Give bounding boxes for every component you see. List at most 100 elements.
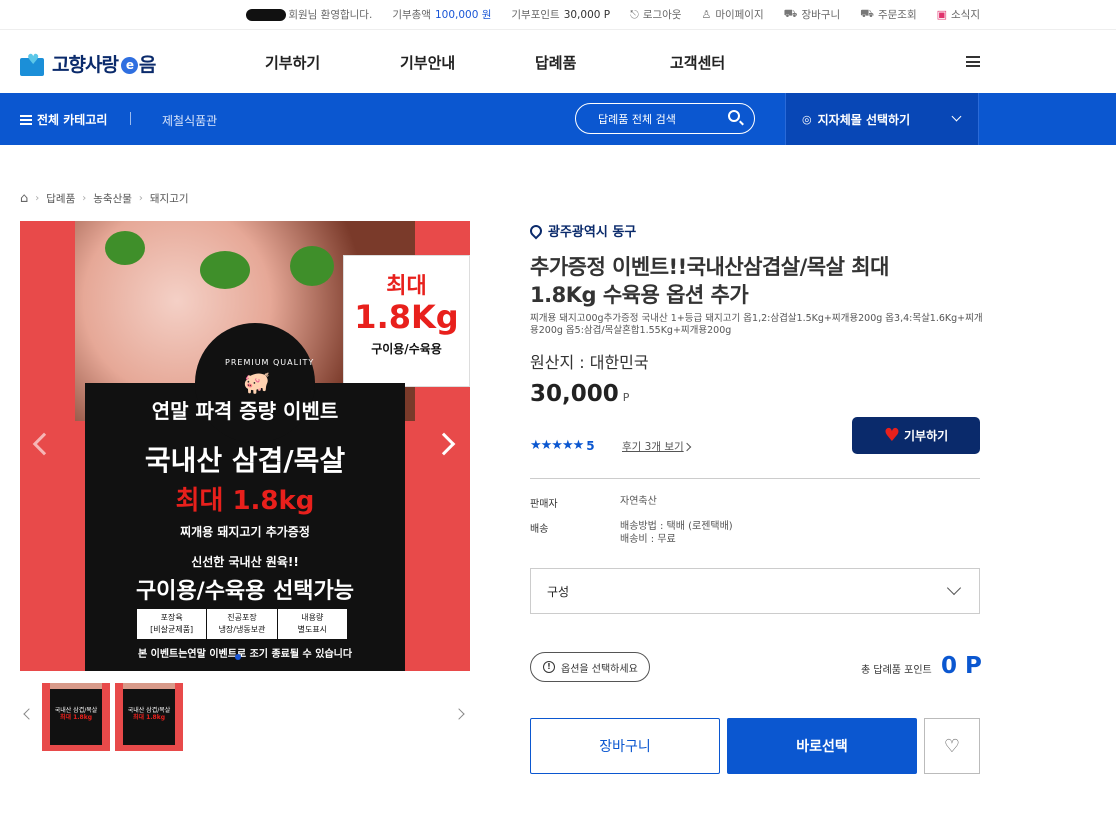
breadcrumb: ⌂ › 답례품 › 농축산물 › 돼지고기	[20, 191, 189, 206]
region-select[interactable]: ◎ 지자체몰 선택하기	[785, 93, 979, 145]
region-select-label: 지자체몰 선택하기	[817, 112, 911, 127]
main-header: ♥ 고향사랑 e 음 기부하기 기부안내 답례품 고객센터	[0, 30, 1116, 93]
location-pin-icon	[527, 222, 545, 239]
event-panel: PREMIUM QUALITY 🐖 연말 파격 증량 이벤트 국내산 삼겹/목살…	[85, 323, 405, 671]
product-title: 추가증정 이벤트!!국내산삼겹살/목살 최대 1.8Kg 수육용 옵션 추가	[530, 255, 889, 307]
donation-total-value: 100,000 원	[434, 9, 492, 21]
logout-icon: ⎋	[630, 7, 639, 21]
breadcrumb-item[interactable]: 농축산물	[93, 191, 132, 206]
all-category-button[interactable]: 전체 카테고리	[20, 111, 107, 128]
all-category-label: 전체 카테고리	[37, 113, 108, 127]
shipping-fee: 배송비 : 무료	[620, 534, 676, 545]
star-icon: ★★★★★	[530, 438, 584, 453]
logout-label: 로그아웃	[642, 9, 682, 21]
donation-point-value: 30,000 P	[563, 8, 611, 21]
total-points-label: 총 답례품 포인트	[861, 665, 932, 676]
review-link[interactable]: 후기 3개 보기	[622, 439, 684, 454]
thumb-next-icon[interactable]	[453, 708, 465, 720]
option-message: ! 옵션을 선택하세요	[530, 652, 650, 682]
welcome-text: 회원님 환영합니다.	[288, 9, 373, 21]
option-select[interactable]: 구성	[530, 568, 980, 614]
event-max-weight: 최대 1.8kg	[175, 486, 315, 516]
newsletter-icon: ▣	[936, 8, 948, 21]
event-bonus: 찌개용 돼지고기 추가증정	[180, 525, 310, 539]
site-logo[interactable]: ♥ 고향사랑 e 음	[20, 50, 156, 77]
thumbnail-text: 국내산 삼겹/목살 최대 1.8kg	[127, 707, 171, 721]
search-icon[interactable]	[728, 110, 740, 122]
nav-donation-guide[interactable]: 기부안내	[400, 52, 455, 73]
seller-value: 자연축산	[620, 496, 657, 507]
event-note: 본 이벤트는연말 이벤트로 조기 종료될 수 있습니다	[137, 649, 353, 660]
chevron-right-icon: ›	[82, 193, 87, 204]
nav-customer-center[interactable]: 고객센터	[670, 52, 725, 73]
add-to-cart-button[interactable]: 장바구니	[530, 718, 720, 774]
donate-button-label: 기부하기	[903, 429, 949, 443]
chevron-right-icon[interactable]	[682, 442, 692, 452]
logo-mark-icon: ♥	[20, 52, 46, 76]
redacted-username	[246, 8, 287, 21]
product-origin: 원산지 : 대한민국	[530, 353, 649, 372]
prev-image-icon[interactable]	[32, 432, 56, 456]
next-image-icon[interactable]	[432, 432, 456, 456]
welcome-message: 회원님 환영합니다.	[246, 7, 372, 22]
product-price: 30,000 P	[530, 381, 630, 407]
product-description: 찌개용 돼지고00g추가증정 국내산 1+등급 돼지고기 옵1,2:삼겹살1.5…	[530, 313, 983, 336]
nav-donate[interactable]: 기부하기	[265, 52, 320, 73]
wishlist-button[interactable]: ♡	[924, 718, 980, 774]
premium-label: PREMIUM QUALITY	[225, 358, 315, 367]
logout-link[interactable]: ⎋ 로그아웃	[630, 7, 681, 22]
donation-point-label: 기부포인트	[511, 9, 560, 21]
breadcrumb-item[interactable]: 답례품	[46, 191, 75, 206]
orders-link[interactable]: ⛟ 주문조회	[860, 7, 916, 22]
total-points-value: 0 P	[941, 653, 982, 679]
breadcrumb-item[interactable]: 돼지고기	[150, 191, 189, 206]
option-message-text: 옵션을 선택하세요	[561, 663, 638, 675]
category-bar: 전체 카테고리 제철식품관 답례품 전체 검색 ◎ 지자체몰 선택하기	[0, 93, 1116, 145]
divider	[530, 478, 980, 479]
region-location[interactable]: 광주광역시 동구	[527, 221, 637, 240]
thumbnail-2[interactable]: 국내산 삼겹/목살 최대 1.8kg	[115, 683, 183, 751]
option-select-label: 구성	[547, 584, 570, 599]
event-option: 구이용/수육용 선택가능	[135, 579, 355, 604]
seasonal-food-link[interactable]: 제철식품관	[162, 112, 217, 129]
product-main-image: 최대 1.8Kg 구이용/수육용 PREMIUM QUALITY 🐖 연말 파격…	[20, 221, 470, 671]
info-icon: !	[543, 661, 555, 673]
event-product: 국내산 삼겹/목살	[144, 444, 346, 477]
orders-label: 주문조회	[877, 9, 917, 21]
shipping-method: 배송방법 : 택배 (로젠택배)	[620, 521, 733, 532]
cart-icon: ⛟	[783, 7, 798, 20]
shipping-label: 배송	[530, 524, 549, 535]
max-weight-badge: 최대 1.8Kg 구이용/수육용	[343, 255, 470, 387]
logo-text: 고향사랑 e 음	[52, 54, 156, 76]
nav-gifts[interactable]: 답례품	[535, 52, 576, 73]
seller-label: 판매자	[530, 499, 558, 510]
hamburger-icon	[20, 114, 32, 125]
donation-total: 기부총액 100,000 원	[392, 7, 491, 22]
event-headline: 연말 파격 증량 이벤트	[151, 399, 339, 423]
mypage-link[interactable]: ♙ 마이페이지	[701, 7, 763, 22]
search-input[interactable]: 답례품 전체 검색	[575, 103, 755, 134]
chevron-right-icon: ›	[35, 193, 40, 204]
news-link[interactable]: ▣ 소식지	[937, 7, 980, 22]
chevron-right-icon: ›	[138, 193, 143, 204]
package-info: 포장육 [비살균제품] 진공포장 냉장/냉동보관 내용량 별도표시	[137, 609, 347, 639]
cart-link[interactable]: ⛟ 장바구니	[784, 7, 840, 22]
cart-label: 장바구니	[801, 9, 841, 21]
thumb-prev-icon[interactable]	[23, 708, 35, 720]
news-label: 소식지	[951, 9, 980, 21]
thumbnail-1[interactable]: 국내산 삼겹/목살 최대 1.8kg	[42, 683, 110, 751]
thumbnail-text: 국내산 삼겹/목살 최대 1.8kg	[54, 707, 98, 721]
home-icon[interactable]: ⌂	[20, 191, 28, 206]
truck-icon: ⛟	[860, 7, 874, 20]
rating-value: 5	[586, 438, 595, 453]
heart-icon: ♥	[883, 425, 900, 446]
rating: ★★★★★ 5	[530, 438, 595, 453]
menu-icon[interactable]	[966, 56, 980, 67]
location-label: 광주광역시 동구	[548, 225, 637, 240]
mypage-label: 마이페이지	[715, 9, 764, 21]
buy-now-button[interactable]: 바로선택	[727, 718, 917, 774]
slide-indicator[interactable]	[235, 654, 241, 660]
donate-button[interactable]: ♥ 기부하기	[852, 417, 980, 454]
search-placeholder: 답례품 전체 검색	[598, 112, 676, 126]
chevron-down-icon	[951, 111, 962, 122]
